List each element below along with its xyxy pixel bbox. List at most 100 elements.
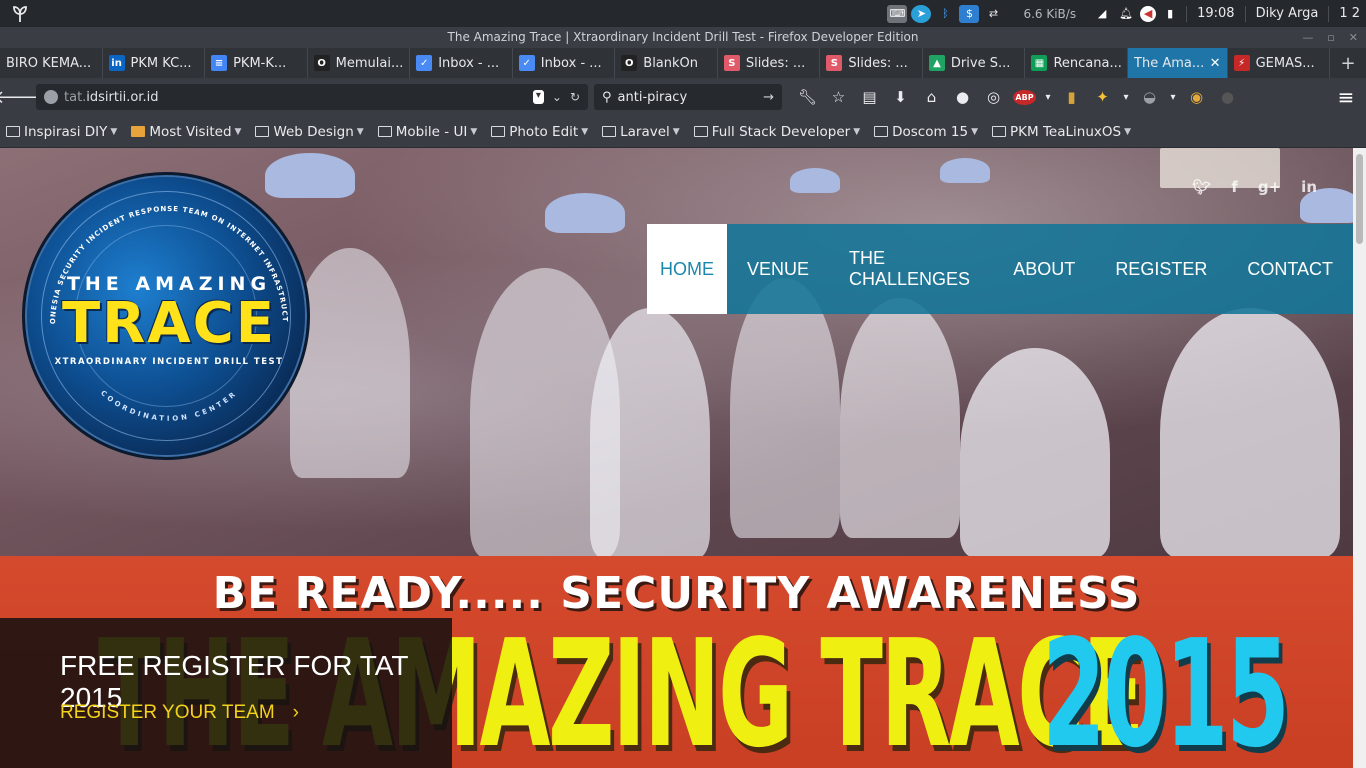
close-icon[interactable]: ✕ [1349,27,1358,48]
nav-item-about[interactable]: ABOUT [993,224,1095,314]
adblock-icon[interactable]: ABP [1009,82,1040,112]
browser-tab[interactable]: O Memulai... [308,48,411,78]
chevron-down-icon: ▼ [234,126,242,137]
extension-menu-chevron-icon[interactable]: ▾ [1118,82,1134,112]
tab-label: Memulai... [335,55,404,71]
browser-tab[interactable]: BIRO KEMA... [0,48,103,78]
bookmark-folder[interactable]: Mobile - UI ▼ [377,124,477,140]
new-tab-button[interactable]: + [1330,48,1366,78]
web-page: INDONESIA SECURITY INCIDENT RESPONSE TEA… [0,148,1353,768]
url-host: idsirtii.or.id [86,89,159,105]
distro-logo-icon[interactable] [0,0,40,27]
notification-bell-icon[interactable]: 🔔︎ [1116,5,1136,23]
reload-icon[interactable]: ↻ [570,90,580,104]
reading-list-icon[interactable]: ▤ [854,82,885,112]
slides-icon: S [826,55,843,71]
bookmark-folder[interactable]: Inspirasi DIY ▼ [6,124,117,140]
chrome-icon[interactable]: ◉ [1181,82,1212,112]
wrench-icon[interactable]: 🔧︎ [792,82,823,112]
opera-icon: O [621,55,638,71]
ghost-icon[interactable]: ● [1212,82,1243,112]
telegram-icon[interactable]: ➤ [911,4,932,23]
keyboard-icon[interactable]: ⌨ [887,4,908,23]
browser-tab[interactable]: S Slides: ... [820,48,923,78]
folder-icon [874,126,889,137]
bookmark-folder[interactable]: Photo Edit ▼ [491,124,588,140]
chat-icon[interactable]: ● [947,82,978,112]
tab-label: PKM-K... [233,55,287,71]
browser-tab[interactable]: S Slides: ... [718,48,821,78]
browser-tab[interactable]: ✓ Inbox - ... [410,48,513,78]
linkedin-icon[interactable]: in [1301,178,1317,196]
divider [1244,5,1246,22]
scrollbar-thumb[interactable] [1356,154,1363,244]
browser-tab[interactable]: ≡ PKM-K... [205,48,308,78]
pocket-menu-chevron-icon[interactable]: ▾ [1165,82,1181,112]
maximize-icon[interactable]: ▫ [1327,27,1334,48]
bookmark-folder[interactable]: Laravel ▼ [602,124,680,140]
nav-item-contact[interactable]: CONTACT [1227,224,1353,314]
twitter-icon[interactable]: 🐦︎ [1192,178,1211,196]
home-icon[interactable]: ⌂ [916,82,947,112]
dropdown-chevron-icon[interactable]: ⌄ [552,90,562,104]
browser-tab[interactable]: ✓ Inbox - ... [513,48,616,78]
download-icon[interactable]: ⬇ [885,82,916,112]
nav-item-home[interactable]: HOME [647,224,727,314]
browser-tab[interactable]: The Ama... ✕ [1128,48,1228,78]
logo-main-text: TRACE [61,291,276,356]
browser-tab[interactable]: ▲ Drive S... [923,48,1026,78]
extension-icon[interactable]: ✦ [1087,82,1118,112]
color-picker-icon[interactable]: ◎ [978,82,1009,112]
search-input[interactable]: anti-piracy [618,90,688,105]
back-button[interactable]: 🡐 [0,78,42,116]
sync-icon[interactable]: ⇄ [983,5,1003,23]
nav-item-venue[interactable]: VENUE [727,224,829,314]
chevron-down-icon: ▼ [110,126,118,137]
tab-strip: BIRO KEMA... in PKM KC... ≡ PKM-K... O Memulai… [0,48,1366,78]
search-go-icon[interactable]: → [763,90,774,105]
volume-icon[interactable]: ◀ [1140,5,1157,22]
facebook-icon[interactable]: f [1231,178,1238,196]
hamburger-menu-icon[interactable]: ≡ [1326,85,1366,109]
pocket-save-icon[interactable]: ◒ [1134,82,1165,112]
bookmark-label: Laravel [620,123,670,140]
notes-icon[interactable]: ▮ [1056,82,1087,112]
bookmark-folder[interactable]: PKM TeaLinuxOS ▼ [992,124,1131,140]
register-team-link[interactable]: REGISTER YOUR TEAM › [60,702,299,724]
folder-icon [131,126,146,137]
nav-item-the-challenges[interactable]: THE CHALLENGES [829,224,993,314]
tab-close-icon[interactable]: ✕ [1210,56,1221,71]
browser-tab[interactable]: O BlankOn [615,48,718,78]
battery-icon[interactable]: ▮ [1160,5,1180,23]
folder-icon [602,126,617,137]
bookmark-folder[interactable]: Web Design ▼ [255,124,364,140]
tab-label: Rencana... [1053,55,1122,71]
bookmark-label: PKM TeaLinuxOS [1010,123,1122,140]
workspace-switcher[interactable]: 1 2 [1339,6,1360,21]
divider [1186,5,1188,22]
bookmark-star-icon[interactable]: ☆ [823,82,854,112]
wifi-icon[interactable]: ◢ [1092,5,1112,23]
nav-item-register[interactable]: REGISTER [1095,224,1227,314]
bookmark-folder[interactable]: Most Visited ▼ [131,124,241,140]
browser-tab[interactable]: ⚡ GEMAS... [1228,48,1331,78]
user-name[interactable]: Diky Arga [1256,6,1319,21]
browser-tab[interactable]: in PKM KC... [103,48,206,78]
bookmark-folder[interactable]: Full Stack Developer ▼ [693,124,860,140]
slides-icon: S [723,55,740,71]
bookmark-folder[interactable]: Doscom 15 ▼ [874,124,978,140]
browser-tab[interactable]: ▦ Rencana... [1025,48,1129,78]
minimize-icon[interactable]: — [1302,27,1313,48]
url-bar[interactable]: tat. idsirtii.or.id ▾ ⌄ ↻ [36,84,588,110]
app-tray-icon[interactable]: $ [959,4,980,23]
adblock-menu-chevron-icon[interactable]: ▾ [1040,82,1056,112]
google-plus-icon[interactable]: g+ [1258,178,1281,196]
bluetooth-icon[interactable]: ᛒ [935,5,955,23]
inbox-icon: ✓ [416,55,433,71]
search-bar[interactable]: ⚲ anti-piracy → [594,84,782,110]
pocket-icon[interactable]: ▾ [532,90,544,104]
amazing-trace-logo[interactable]: INDONESIA SECURITY INCIDENT RESPONSE TEA… [22,172,310,460]
clock[interactable]: 19:08 [1197,6,1234,21]
site-main-nav: HOME VENUE THE CHALLENGES ABOUT REGISTER CONT… [647,224,1353,314]
page-scrollbar[interactable] [1353,148,1366,768]
